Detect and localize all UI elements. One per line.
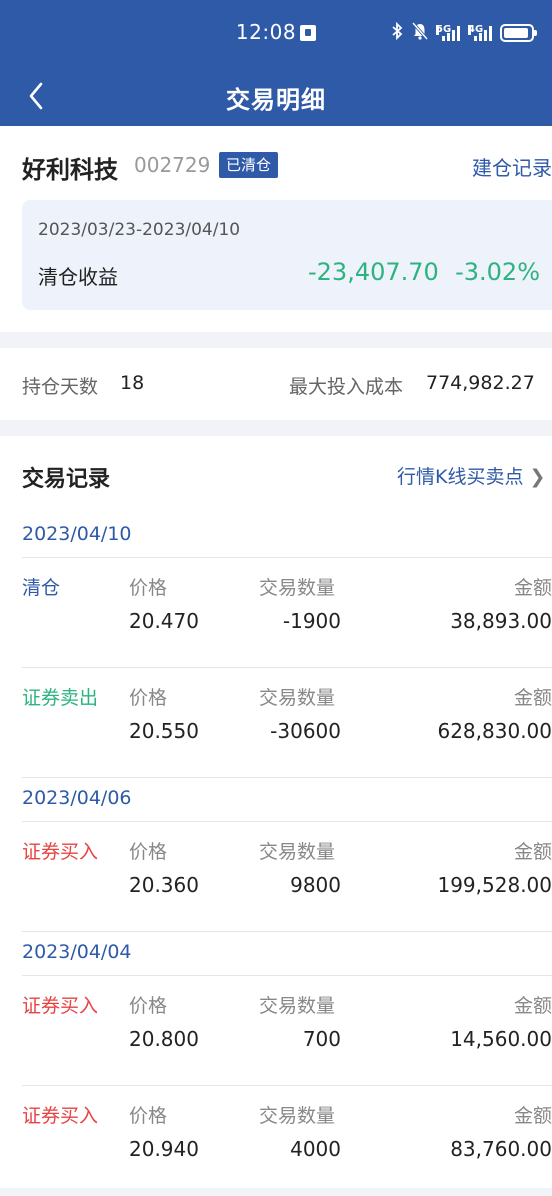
qty-label: 交易数量 (259, 995, 336, 1017)
price-value: 20.800 (129, 1027, 199, 1051)
kline-link-label: 行情K线买卖点 (397, 466, 524, 488)
trade-row[interactable]: 清仓 价格 交易数量 金额 20.470 -1900 38,893.00 (22, 558, 552, 668)
amount-value: 38,893.00 (450, 609, 552, 633)
max-cost-label: 最大投入成本 (289, 376, 404, 398)
amount-label: 金额 (513, 1105, 552, 1127)
stock-name: 好利科技 (22, 156, 118, 184)
signal-5g-icon: 5G (436, 25, 460, 41)
date-header: 2023/04/06 (22, 778, 552, 822)
qty-value: 9800 (290, 873, 341, 897)
date-header: 2023/04/04 (22, 932, 552, 976)
notification-icon (300, 25, 317, 41)
price-label: 价格 (129, 995, 168, 1017)
qty-value: 700 (302, 1027, 341, 1051)
nav-bar: 交易明细 (0, 68, 552, 124)
price-value: 20.360 (129, 873, 199, 897)
qty-label: 交易数量 (259, 841, 336, 863)
position-stats: 持仓天数 18 最大投入成本 774,982.27 (0, 348, 552, 420)
price-value: 20.550 (129, 719, 199, 743)
amount-value: 83,760.00 (450, 1137, 552, 1161)
page-title: 交易明细 (226, 86, 326, 114)
price-value: 20.940 (129, 1137, 199, 1161)
qty-value: -30600 (270, 719, 341, 743)
hold-days-label: 持仓天数 (22, 376, 99, 398)
trade-type: 证券买入 (22, 995, 99, 1017)
app-header: 12:08 5G 4G 交易明细 (0, 0, 552, 126)
profit-value: -23,407.70 (308, 258, 439, 286)
max-cost-value: 774,982.27 (426, 372, 535, 394)
amount-value: 199,528.00 (437, 873, 552, 897)
qty-label: 交易数量 (259, 577, 336, 599)
date-label: 2023/04/10 (22, 523, 132, 545)
date-header: 2023/04/10 (22, 514, 552, 558)
trade-records-card: 交易记录 行情K线买卖点 ❯ 2023/04/10 清仓 价格 交易数量 金额 2… (0, 436, 552, 1188)
trade-type: 证券买入 (22, 841, 99, 863)
stock-code: 002729 (134, 153, 211, 177)
holding-period: 2023/03/23-2023/04/10 (38, 220, 241, 240)
price-label: 价格 (129, 687, 168, 709)
trade-type: 证券卖出 (22, 687, 99, 709)
trade-row[interactable]: 证券卖出 价格 交易数量 金额 20.550 -30600 628,830.00 (22, 668, 552, 778)
price-label: 价格 (129, 841, 168, 863)
profit-label: 清仓收益 (38, 265, 118, 289)
status-icons: 5G 4G (390, 21, 537, 44)
battery-icon (500, 24, 537, 42)
trade-row[interactable]: 证券买入 价格 交易数量 金额 20.360 9800 199,528.00 (22, 822, 552, 932)
stock-summary-card: 好利科技 002729 已清仓 建仓记录 2023/03/23-2023/04/… (0, 126, 552, 332)
section-title: 交易记录 (22, 467, 111, 492)
chevron-right-icon: ❯ (529, 466, 546, 488)
amount-label: 金额 (513, 687, 552, 709)
signal-4g-icon: 4G (468, 25, 492, 41)
qty-label: 交易数量 (259, 687, 336, 709)
qty-value: -1900 (282, 609, 341, 633)
bluetooth-icon (390, 21, 404, 44)
kline-link[interactable]: 行情K线买卖点 ❯ (397, 462, 545, 489)
amount-label: 金额 (513, 577, 552, 599)
trade-type: 证券买入 (22, 1105, 99, 1127)
amount-value: 14,560.00 (450, 1027, 552, 1051)
amount-label: 金额 (513, 995, 552, 1017)
price-value: 20.470 (129, 609, 199, 633)
status-badge: 已清仓 (219, 152, 279, 178)
date-label: 2023/04/04 (22, 941, 132, 963)
trade-row[interactable]: 证券买入 价格 交易数量 金额 20.940 4000 83,760.00 (22, 1086, 552, 1196)
profit-percent: -3.02% (455, 258, 540, 286)
mute-bell-icon (411, 22, 429, 44)
trade-type: 清仓 (22, 577, 61, 599)
profit-box: 2023/03/23-2023/04/10 清仓收益 -23,407.70 -3… (22, 200, 552, 310)
amount-label: 金额 (513, 841, 552, 863)
amount-value: 628,830.00 (437, 719, 552, 743)
qty-value: 4000 (290, 1137, 341, 1161)
clock: 12:08 (235, 20, 297, 44)
price-label: 价格 (129, 1105, 168, 1127)
date-label: 2023/04/06 (22, 787, 132, 809)
hold-days-value: 18 (120, 372, 145, 394)
qty-label: 交易数量 (259, 1105, 336, 1127)
trade-row[interactable]: 证券买入 价格 交易数量 金额 20.800 700 14,560.00 (22, 976, 552, 1086)
price-label: 价格 (129, 577, 168, 599)
status-bar: 12:08 5G 4G (0, 0, 552, 68)
build-position-link[interactable]: 建仓记录 (472, 152, 552, 181)
